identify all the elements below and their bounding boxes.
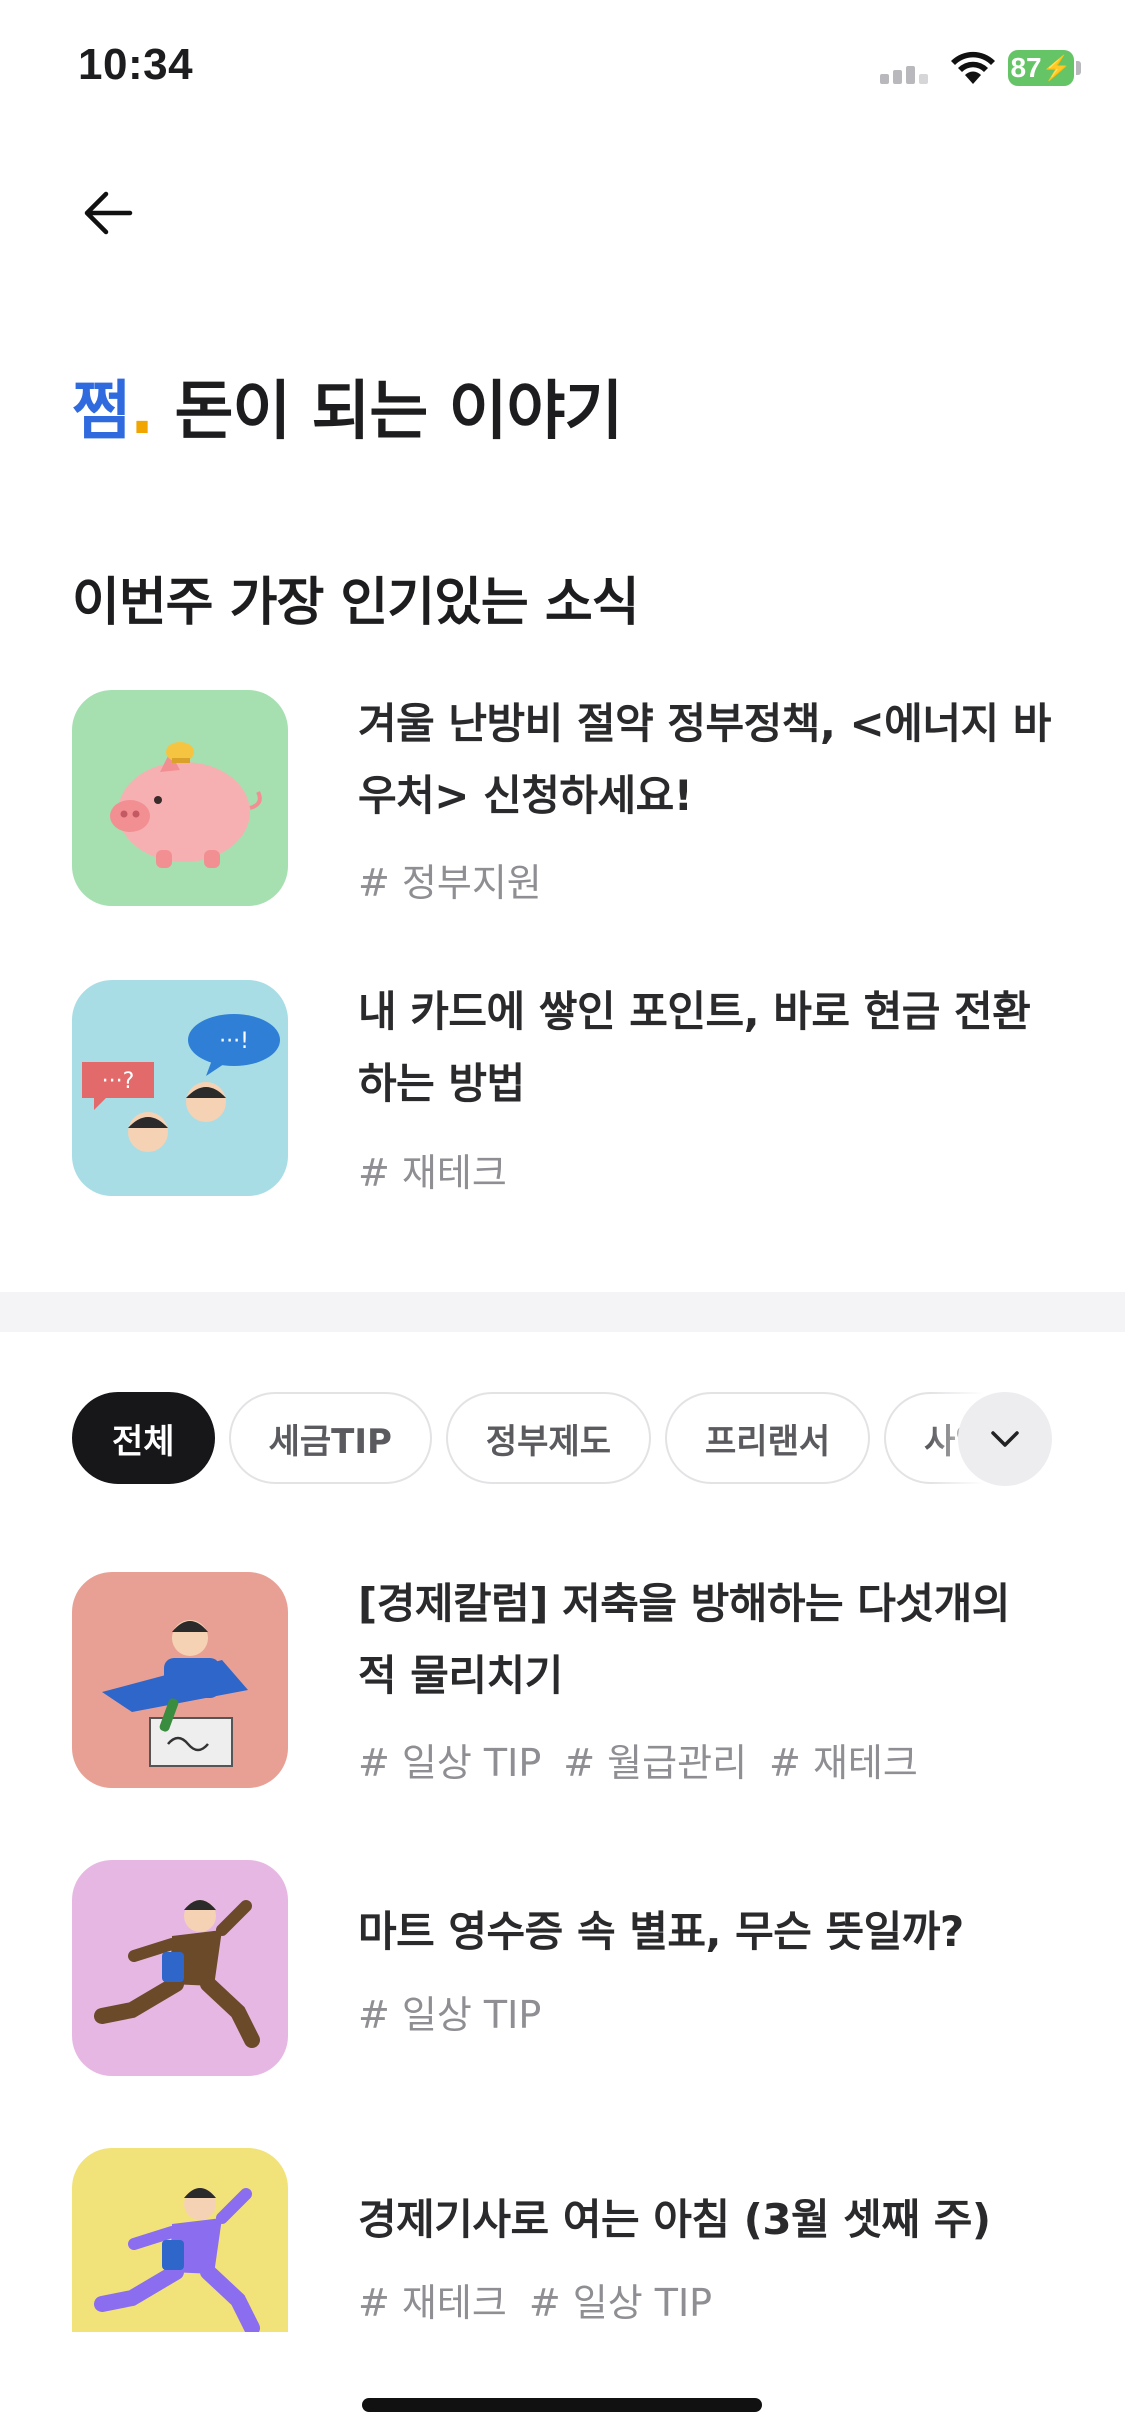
- tag[interactable]: # 재테크: [769, 1741, 918, 1785]
- article-title[interactable]: [경제칼럼] 저축을 방해하는 다섯개의 적 물리치기: [358, 1568, 1058, 1712]
- article-tags: # 일상 TIP # 월급관리 # 재테크: [358, 1732, 940, 1787]
- chat-bubbles-thumbnail[interactable]: ···? ···!: [72, 980, 288, 1196]
- chip-tax-tip[interactable]: 세금TIP: [228, 1392, 432, 1484]
- chevron-down-icon: [991, 1431, 1019, 1447]
- cellular-signal-icon: [880, 58, 932, 84]
- article-tags: # 재테크 # 일상 TIP: [358, 2272, 734, 2327]
- section-divider: [0, 1292, 1125, 1332]
- chip-government[interactable]: 정부제도: [445, 1392, 652, 1484]
- title-text: 돈이 되는 이야기: [153, 375, 623, 449]
- chip-freelancer[interactable]: 프리랜서: [665, 1392, 871, 1484]
- popular-item-tags: # 재테크: [358, 1142, 529, 1197]
- article-title[interactable]: 마트 영수증 속 별표, 무슨 뜻일까?: [358, 1896, 1058, 1968]
- piggy-bank-thumbnail[interactable]: [72, 690, 288, 906]
- tag[interactable]: # 일상 TIP: [358, 1993, 541, 2037]
- popular-section-title: 이번주 가장 인기있는 소식: [72, 573, 640, 633]
- back-arrow-icon[interactable]: [78, 183, 138, 243]
- brand-name: 쩜: [72, 375, 131, 449]
- popular-item-title[interactable]: 겨울 난방비 절약 정부정책, <에너지 바우처> 신청하세요!: [358, 688, 1058, 832]
- popular-item-title[interactable]: 내 카드에 쌓인 포인트, 바로 현금 전환 하는 방법: [358, 976, 1058, 1120]
- person-writing-thumbnail[interactable]: [72, 1572, 288, 1788]
- tag[interactable]: # 재테크: [358, 2281, 507, 2325]
- chip-all[interactable]: 전체: [72, 1392, 215, 1484]
- status-time: 10:34: [78, 40, 194, 89]
- article-tags: # 일상 TIP: [358, 1984, 563, 2039]
- running-man-thumbnail[interactable]: [72, 1860, 288, 2076]
- tag[interactable]: # 월급관리: [563, 1741, 747, 1785]
- tag[interactable]: # 재테크: [358, 1151, 507, 1195]
- battery-level: 87: [1010, 52, 1042, 83]
- svg-text:···!: ···!: [219, 1029, 249, 1054]
- battery-cap: [1076, 61, 1081, 75]
- home-indicator[interactable]: [362, 2398, 762, 2412]
- tag[interactable]: # 일상 TIP: [529, 2281, 712, 2325]
- brand-dot: .: [129, 375, 154, 449]
- popular-item-tags: # 정부지원: [358, 852, 564, 907]
- running-man-purple-thumbnail[interactable]: [72, 2148, 288, 2332]
- tag[interactable]: # 정부지원: [358, 861, 542, 905]
- battery-icon: 87 ⚡: [1008, 50, 1074, 86]
- page-title: 쩜. 돈이 되는 이야기: [72, 360, 623, 452]
- expand-categories-button[interactable]: [958, 1392, 1052, 1486]
- tag[interactable]: # 일상 TIP: [358, 1741, 541, 1785]
- wifi-icon: [951, 51, 995, 84]
- article-title[interactable]: 경제기사로 여는 아침 (3월 셋째 주): [358, 2184, 1058, 2256]
- category-chips: 전체세금TIP정부제도프리랜서사업: [72, 1392, 1052, 1488]
- svg-text:···?: ···?: [102, 1069, 135, 1094]
